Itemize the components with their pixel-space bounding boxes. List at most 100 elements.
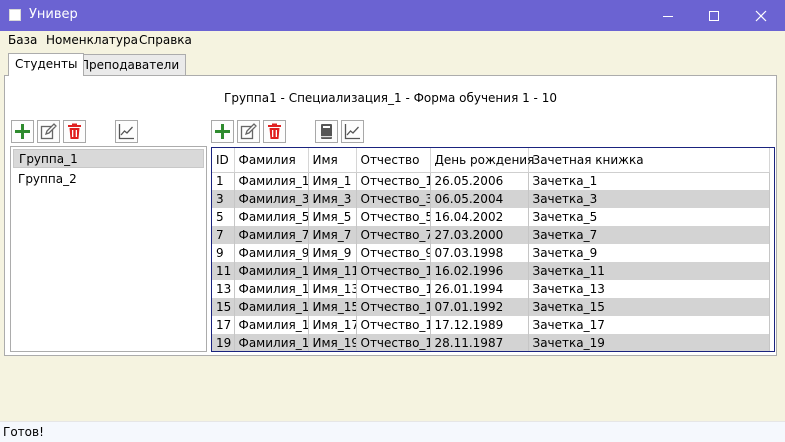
column-header-id[interactable]: ID — [212, 148, 235, 173]
table-cell: Отчество_11 — [356, 262, 431, 280]
column-header-lastname[interactable]: Фамилия — [234, 148, 309, 173]
table-cell: Отчество_9 — [356, 244, 431, 262]
students-grid[interactable]: ID Фамилия Имя Отчество День рождения За… — [211, 147, 775, 352]
menu-item-nomenclature[interactable]: Номенклатура — [46, 33, 138, 47]
table-cell: Имя_13 — [308, 280, 357, 298]
students-panel: Группа1 - Специализация_1 - Форма обучен… — [4, 75, 777, 356]
table-cell: Фамилия_17 — [234, 316, 309, 334]
table-cell: Фамилия_5 — [234, 208, 309, 226]
book-icon — [321, 124, 332, 139]
trash-icon — [268, 123, 281, 139]
table-cell: Отчество_17 — [356, 316, 431, 334]
close-icon — [755, 10, 767, 21]
table-cell: Отчество_5 — [356, 208, 431, 226]
window-title: Универ — [29, 7, 78, 22]
table-cell: Фамилия_9 — [234, 244, 309, 262]
table-row[interactable]: 5 Фамилия_5 Имя_5 Отчество_5 16.04.2002 Зачет… — [212, 208, 770, 226]
group-item[interactable]: Группа_1 — [13, 149, 204, 168]
table-cell: Имя_7 — [308, 226, 357, 244]
maximize-button[interactable] — [691, 0, 737, 31]
table-cell: 07.01.1992 — [430, 298, 529, 316]
group-list[interactable]: Группа_1 Группа_2 — [10, 146, 207, 352]
plus-icon — [15, 124, 30, 139]
table-row[interactable]: 1 Фамилия_1 Имя_1 Отчество_1 26.05.2006 Зачет… — [212, 172, 770, 190]
title-bar: Универ — [0, 0, 785, 31]
table-cell: Зачетка_1 — [528, 172, 770, 190]
table-cell: Фамилия_13 — [234, 280, 309, 298]
close-button[interactable] — [738, 0, 784, 31]
table-cell: 13 — [212, 280, 235, 298]
column-header-birthday[interactable]: День рождения — [430, 148, 534, 173]
add-student-button[interactable] — [211, 120, 234, 143]
table-cell: Зачетка_19 — [528, 334, 770, 351]
table-cell: 16.04.2002 — [430, 208, 529, 226]
delete-student-button[interactable] — [263, 120, 286, 143]
menu-item-base[interactable]: База — [8, 33, 37, 47]
table-cell: 1 — [212, 172, 235, 190]
table-cell: Имя_1 — [308, 172, 357, 190]
table-cell: Имя_9 — [308, 244, 357, 262]
table-cell: 26.01.1994 — [430, 280, 529, 298]
table-cell: Зачетка_9 — [528, 244, 770, 262]
table-cell: Имя_11 — [308, 262, 357, 280]
table-cell: 28.11.1987 — [430, 334, 529, 351]
table-row[interactable]: 3 Фамилия_3 Имя_3 Отчество_3 06.05.2004 Зачет… — [212, 190, 770, 208]
group-header: Группа1 - Специализация_1 - Форма обучен… — [224, 91, 557, 105]
table-cell: Зачетка_7 — [528, 226, 770, 244]
edit-student-button[interactable] — [237, 120, 260, 143]
table-cell: Имя_3 — [308, 190, 357, 208]
table-cell: Зачетка_17 — [528, 316, 770, 334]
table-row[interactable]: 19Фамилия_19Имя_19Отчество_1928.11.1987З… — [212, 334, 770, 351]
tab-students[interactable]: Студенты — [8, 53, 85, 76]
table-cell: Зачетка_13 — [528, 280, 770, 298]
table-cell: Фамилия_11 — [234, 262, 309, 280]
table-row[interactable]: 9 Фамилия_9 Имя_9 Отчество_9 07.03.1998 Зачет… — [212, 244, 770, 262]
chart-line-icon — [344, 124, 360, 140]
table-cell: 27.03.2000 — [430, 226, 529, 244]
table-cell: 15 — [212, 298, 235, 316]
delete-group-button[interactable] — [63, 120, 86, 143]
table-row[interactable]: 11Фамилия_11Имя_11Отчество_1116.02.1996З… — [212, 262, 770, 280]
table-cell: Зачетка_15 — [528, 298, 770, 316]
group-item[interactable]: Группа_2 — [13, 170, 204, 189]
table-cell: Зачетка_5 — [528, 208, 770, 226]
trash-icon — [68, 123, 81, 139]
gradebook-button[interactable] — [315, 120, 338, 143]
maximize-icon — [709, 10, 719, 21]
table-cell: Отчество_1 — [356, 172, 431, 190]
table-row[interactable]: 13Фамилия_13Имя_13Отчество_1326.01.1994З… — [212, 280, 770, 298]
group-stats-button[interactable] — [115, 120, 138, 143]
table-cell: 17 — [212, 316, 235, 334]
table-row[interactable]: 7 Фамилия_7 Имя_7 Отчество_7 27.03.2000 Зачет… — [212, 226, 770, 244]
menu-item-help[interactable]: Справка — [139, 33, 192, 47]
status-text: Готов! — [3, 425, 44, 439]
column-header-gradebook[interactable]: Зачетная книжка — [528, 148, 770, 173]
table-cell: 11 — [212, 262, 235, 280]
minimize-button[interactable] — [645, 0, 691, 31]
column-header-patronymic[interactable]: Отчество — [356, 148, 431, 173]
add-group-button[interactable] — [11, 120, 34, 143]
table-cell: 17.12.1989 — [430, 316, 529, 334]
table-cell: 3 — [212, 190, 235, 208]
table-cell: Фамилия_1 — [234, 172, 309, 190]
menu-bar: База Номенклатура Справка — [0, 31, 785, 51]
table-cell: Имя_5 — [308, 208, 357, 226]
table-cell: Отчество_3 — [356, 190, 431, 208]
status-bar: Готов! — [0, 421, 785, 442]
column-header-firstname[interactable]: Имя — [308, 148, 357, 173]
table-row[interactable]: 15Фамилия_15Имя_15Отчество_1507.01.1992З… — [212, 298, 770, 316]
table-cell: 19 — [212, 334, 235, 351]
table-cell: 07.03.1998 — [430, 244, 529, 262]
edit-icon — [240, 123, 257, 140]
grid-header-row: ID Фамилия Имя Отчество День рождения За… — [212, 148, 770, 173]
table-cell: Зачетка_3 — [528, 190, 770, 208]
table-row[interactable]: 17Фамилия_17Имя_17Отчество_1717.12.1989З… — [212, 316, 770, 334]
table-cell: Имя_15 — [308, 298, 357, 316]
grid-body: 1 Фамилия_1 Имя_1 Отчество_1 26.05.2006 Зачет… — [212, 172, 770, 351]
edit-group-button[interactable] — [37, 120, 60, 143]
table-cell: 06.05.2004 — [430, 190, 529, 208]
student-stats-button[interactable] — [341, 120, 364, 143]
tab-teachers[interactable]: Преподаватели — [73, 54, 187, 75]
table-cell: 7 — [212, 226, 235, 244]
table-cell: 5 — [212, 208, 235, 226]
